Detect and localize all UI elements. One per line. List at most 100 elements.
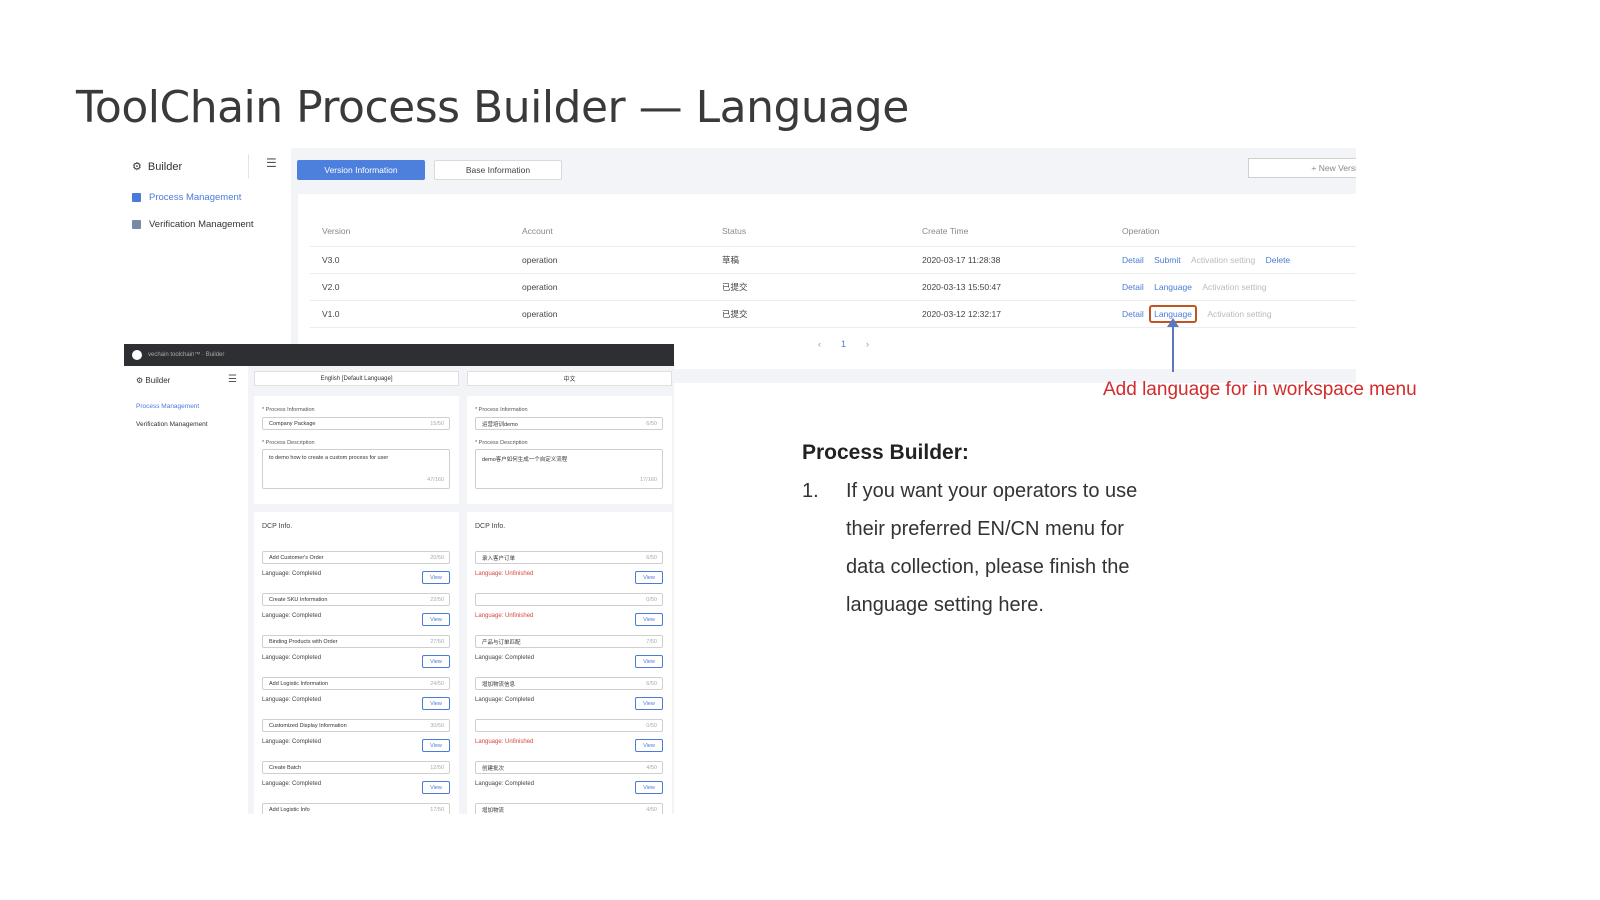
list-item-line: data collection, please finish the xyxy=(846,556,1130,578)
char-count: 24/50 xyxy=(430,680,444,687)
submit-link[interactable]: Submit xyxy=(1154,255,1180,265)
dcp-name-input[interactable]: Add Logistic Information 24/50 xyxy=(262,677,450,690)
language-status: Language: Completed xyxy=(262,697,322,703)
dcp-name-input[interactable]: Add Logistic Info 17/50 xyxy=(262,803,450,814)
char-count: 22/50 xyxy=(430,596,444,603)
view-button[interactable]: View xyxy=(635,571,663,584)
char-count: 27/50 xyxy=(430,638,444,645)
view-button[interactable]: View xyxy=(422,655,450,668)
arrow-line xyxy=(1172,322,1174,372)
language-status: Language: Completed xyxy=(262,781,322,787)
operation-cell: Detail Language Activation setting xyxy=(1110,300,1356,328)
dcp-name-input[interactable]: 创建批次 4/50 xyxy=(475,761,663,774)
view-button[interactable]: View xyxy=(635,613,663,626)
process-info-label: * Process Information xyxy=(475,407,528,413)
menu-icon[interactable]: ☰ xyxy=(228,374,237,385)
table-header-row: Version Account Status Create Time Opera… xyxy=(310,216,1356,247)
dcp-name-input[interactable]: 录入客户订单 6/50 xyxy=(475,551,663,564)
language-status: Language: Completed xyxy=(475,697,535,703)
view-button[interactable]: View xyxy=(635,655,663,668)
input-value: 产品与订单匹配 xyxy=(482,639,521,646)
column-header: Version xyxy=(310,216,510,247)
time-cell: 2020-03-17 11:28:38 xyxy=(910,246,1110,274)
view-button[interactable]: View xyxy=(422,781,450,794)
list-item-line: If you want your operators to use xyxy=(846,480,1138,502)
new-version-button[interactable]: + New Versi xyxy=(1248,158,1356,178)
activation-setting-link[interactable]: Activation setting xyxy=(1191,255,1255,265)
language-link[interactable]: Language xyxy=(1154,282,1192,292)
gear-icon: ⚙ xyxy=(132,161,142,173)
prev-page-button[interactable]: ‹ xyxy=(818,339,821,349)
tab-chinese[interactable]: 中文 xyxy=(467,371,672,386)
detail-link[interactable]: Detail xyxy=(1122,282,1144,292)
view-button[interactable]: View xyxy=(635,781,663,794)
column-header: Create Time xyxy=(910,216,1110,247)
process-desc-label: * Process Description xyxy=(262,440,315,446)
table-row: V1.0 operation 已提交 2020-03-12 12:32:17 D… xyxy=(310,300,1356,328)
char-count: 6/50 xyxy=(646,420,657,427)
dcp-name-input[interactable]: Add Customer's Order 20/50 xyxy=(262,551,450,564)
view-button[interactable]: View xyxy=(422,697,450,710)
slide-title: ToolChain Process Builder — Language xyxy=(76,82,909,133)
dcp-name-input[interactable]: Customized Display Information 30/50 xyxy=(262,719,450,732)
version-cell: V3.0 xyxy=(310,246,510,274)
char-count: 17/160 xyxy=(640,477,657,483)
input-value: Binding Products with Order xyxy=(269,638,338,645)
detail-link[interactable]: Detail xyxy=(1122,255,1144,265)
dcp-name-input[interactable]: 增加物流信息 6/50 xyxy=(475,677,663,690)
next-page-button[interactable]: › xyxy=(866,339,869,349)
char-count: 0/50 xyxy=(646,722,657,729)
process-description-textarea[interactable]: to demo how to create a custom process f… xyxy=(262,449,450,489)
dcp-name-input[interactable]: 增加物流 4/50 xyxy=(475,803,663,814)
sidebar-item-process-management[interactable]: Process Management xyxy=(132,192,241,203)
language-status: Language: Unfinished xyxy=(475,613,534,619)
tab-base-information[interactable]: Base Information xyxy=(434,160,562,180)
view-button[interactable]: View xyxy=(635,697,663,710)
status-cell: 已提交 xyxy=(710,300,910,328)
dcp-name-input[interactable]: Create SKU Information 22/50 xyxy=(262,593,450,606)
dcp-name-input[interactable]: 0/50 xyxy=(475,719,663,732)
char-count: 4/50 xyxy=(646,806,657,813)
dcp-name-input[interactable]: Binding Products with Order 27/50 xyxy=(262,635,450,648)
tab-version-information[interactable]: Version Information xyxy=(297,160,425,180)
dcp-name-input[interactable]: Create Batch 12/50 xyxy=(262,761,450,774)
view-button[interactable]: View xyxy=(635,739,663,752)
process-name-input[interactable]: 运营培训demo 6/50 xyxy=(475,417,663,430)
process-description-textarea[interactable]: demo客户如何生成一个自定义流程 17/160 xyxy=(475,449,663,489)
delete-link[interactable]: Delete xyxy=(1266,255,1291,265)
activation-setting-link[interactable]: Activation setting xyxy=(1207,309,1271,319)
menu-icon[interactable]: ☰ xyxy=(266,156,284,174)
dcp-name-input[interactable]: 0/50 xyxy=(475,593,663,606)
textarea-value: to demo how to create a custom process f… xyxy=(269,455,389,461)
char-count: 6/50 xyxy=(646,554,657,561)
detail-link[interactable]: Detail xyxy=(1122,309,1144,319)
table-row: V2.0 operation 已提交 2020-03-13 15:50:47 D… xyxy=(310,273,1356,301)
textarea-value: demo客户如何生成一个自定义流程 xyxy=(482,457,568,463)
view-button[interactable]: View xyxy=(422,571,450,584)
sidebar-item-verification-management[interactable]: Verification Management xyxy=(136,421,208,428)
version-table-card: Version Account Status Create Time Opera… xyxy=(298,194,1356,369)
process-name-input[interactable]: Company Package 15/50 xyxy=(262,417,450,430)
briefcase-icon xyxy=(132,193,141,202)
status-cell: 草稿 xyxy=(710,246,910,274)
view-button[interactable]: View xyxy=(422,613,450,626)
language-status: Language: Unfinished xyxy=(475,739,534,745)
account-cell: operation xyxy=(510,300,710,328)
tab-english[interactable]: English [Default Language] xyxy=(254,371,459,386)
sidebar-item-process-management[interactable]: Process Management xyxy=(136,403,199,410)
dcp-name-input[interactable]: 产品与订单匹配 7/50 xyxy=(475,635,663,648)
page-number[interactable]: 1 xyxy=(841,339,846,349)
process-info-card-en: * Process Information Company Package 15… xyxy=(254,396,459,504)
sidebar-item-verification-management[interactable]: Verification Management xyxy=(132,219,254,230)
brand-label: Builder xyxy=(147,160,183,173)
dcp-info-card-en: DCP Info. Add Customer's Order 20/50 Langu… xyxy=(254,512,459,814)
top-bar: Version Information Base Information + N… xyxy=(291,148,1356,190)
process-info-card-cn: * Process Information 运营培训demo 6/50 * Pr… xyxy=(467,396,672,504)
activation-setting-link[interactable]: Activation setting xyxy=(1202,282,1266,292)
dcp-title: DCP Info. xyxy=(262,523,293,530)
operation-cell: Detail Submit Activation setting Delete xyxy=(1110,246,1356,274)
input-value: Customized Display Information xyxy=(269,722,347,729)
view-button[interactable]: View xyxy=(422,739,450,752)
language-status: Language: Completed xyxy=(262,613,322,619)
language-editor-screenshot: vechain toolchain™ · Builder ⚙ Builder ☰… xyxy=(124,344,674,814)
